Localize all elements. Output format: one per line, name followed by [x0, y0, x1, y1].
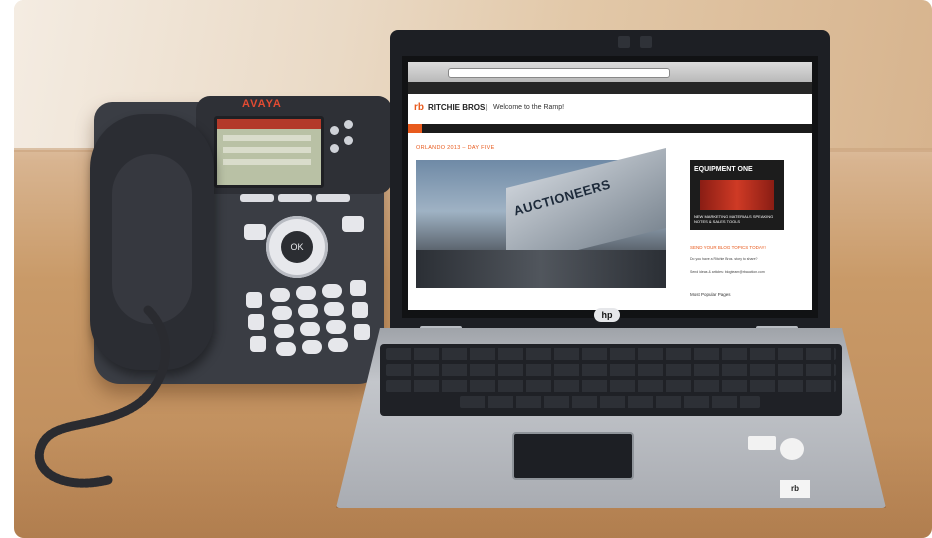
sidebar-ad: EQUIPMENT ONE NEW MARKETING MATERIALS SP… [690, 160, 784, 230]
laptop-screen: rb RITCHIE BROS. Welcome to the Ramp! OR… [408, 62, 812, 310]
office-desk-photo: AVAYA OK rb RITCHIE BROS. Welcome to the… [14, 0, 932, 538]
site-logo-mark: rb [414, 102, 424, 113]
post-title: ORLANDO 2013 – DAY FIVE [416, 145, 495, 151]
ad-subtitle: NEW MARKETING MATERIALS SPEAKING NOTES &… [694, 214, 774, 224]
phone-phone-key [250, 336, 266, 352]
key-row [386, 348, 836, 360]
rb-sticker: rb [780, 480, 810, 498]
phone-lcd-screen [214, 116, 324, 188]
webcam-light-icon [640, 36, 652, 48]
hp-logo-icon: hp [594, 308, 620, 322]
site-header: rb RITCHIE BROS. Welcome to the Ramp! [408, 94, 812, 124]
spacebar-row [460, 396, 760, 408]
phone-screen-line [223, 159, 311, 165]
phone-keypad-key [276, 342, 296, 356]
browser-toolbar [408, 62, 812, 82]
phone-screen-line [223, 147, 311, 153]
phone-headset-key [246, 292, 262, 308]
phone-keypad-key [270, 288, 290, 302]
phone-softkey [240, 194, 274, 202]
laptop: rb RITCHIE BROS. Welcome to the Ramp! OR… [336, 30, 886, 508]
phone-coiled-cord [34, 305, 170, 488]
phone-screen-line [223, 135, 311, 141]
handset-grip [112, 154, 192, 324]
phone-function-key [244, 224, 266, 240]
sidebar-text: Do you have a Ritchie Bros. story to sha… [690, 257, 758, 261]
key-row [386, 380, 836, 392]
key-row [386, 364, 836, 376]
phone-ok-key: OK [281, 231, 313, 263]
laptop-touchpad [512, 432, 634, 480]
phone-keypad-key [274, 324, 294, 338]
phone-keypad-key [272, 306, 292, 320]
phone-softkey [278, 194, 312, 202]
webcam-icon [618, 36, 630, 48]
sidebar-heading: SEND YOUR BLOG TOPICS TODAY! [690, 245, 766, 250]
sidebar-text: Send ideas & articles: blogteam@rbauctio… [690, 270, 765, 274]
phone-keypad-key [302, 340, 322, 354]
intel-sticker-icon [748, 436, 776, 450]
nav-home-tab [408, 124, 422, 133]
browser-address-bar [448, 68, 670, 78]
post-photo: AUCTIONEERS [416, 148, 666, 288]
ad-title: EQUIPMENT ONE [694, 166, 753, 173]
site-navigation [408, 124, 812, 133]
laptop-base: rb [336, 328, 886, 508]
sidebar-heading-popular: Most Popular Pages [690, 292, 731, 297]
phone-brand-logo: AVAYA [242, 98, 282, 110]
phone-mute-key [248, 314, 264, 330]
phone-keypad-key [298, 304, 318, 318]
site-top-bar [408, 82, 812, 94]
phone-keypad-key [296, 286, 316, 300]
windows-sticker-icon [780, 438, 804, 460]
parked-trucks [416, 250, 666, 288]
site-logo-name: RITCHIE BROS. [428, 103, 488, 112]
laptop-lid: rb RITCHIE BROS. Welcome to the Ramp! OR… [390, 30, 830, 330]
phone-screen-titlebar [217, 119, 321, 129]
ad-image [700, 180, 774, 210]
phone-keypad-key [300, 322, 320, 336]
laptop-keyboard [380, 344, 842, 416]
site-tagline: Welcome to the Ramp! [486, 104, 564, 111]
